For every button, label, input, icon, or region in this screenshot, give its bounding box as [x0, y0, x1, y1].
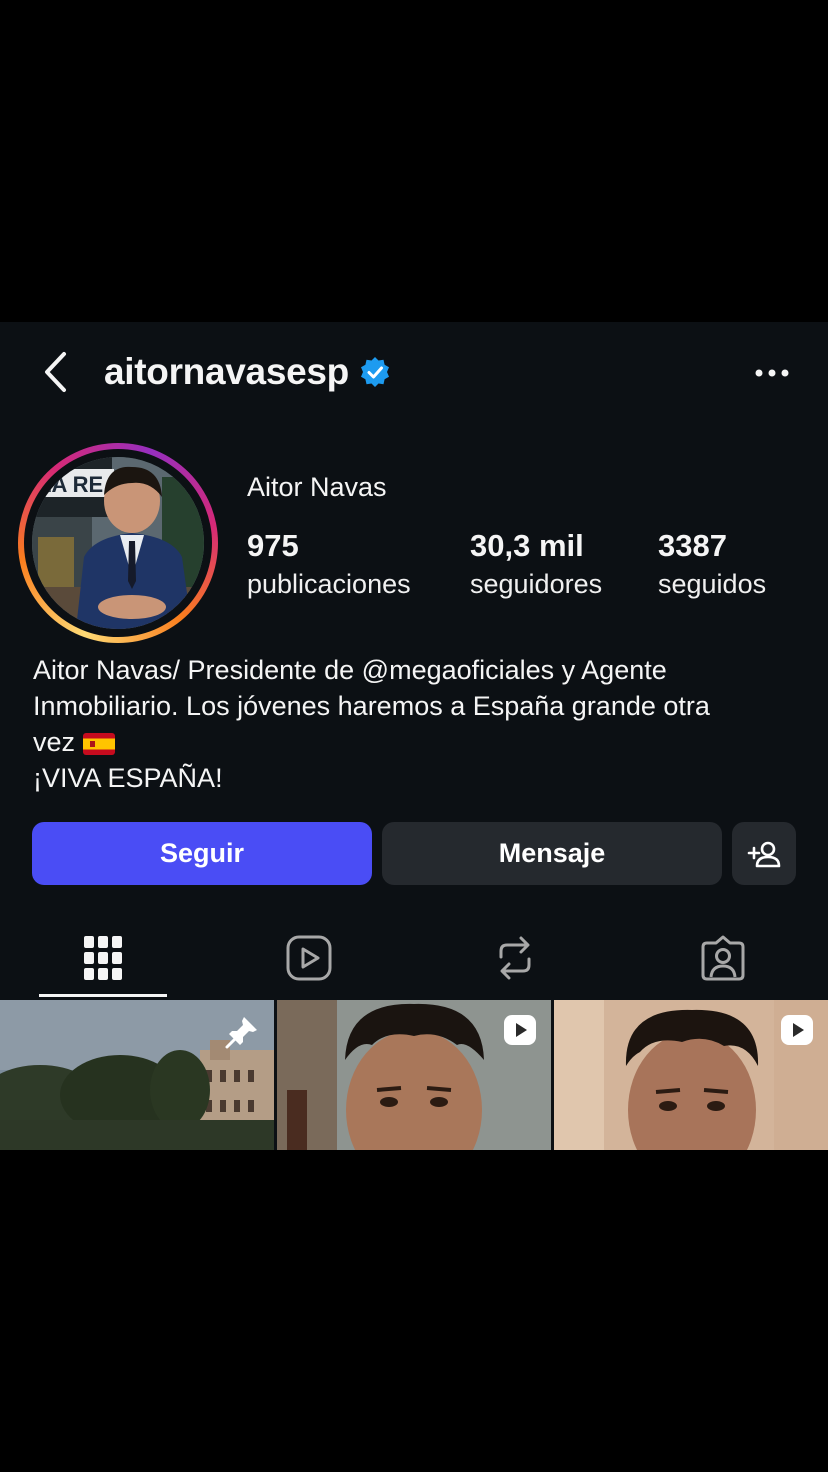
reel-badge-icon — [504, 1015, 536, 1045]
profile-photo: LA RE — [32, 457, 204, 629]
add-person-icon — [747, 841, 781, 867]
avatar[interactable]: LA RE — [18, 443, 218, 643]
reels-icon — [286, 935, 332, 981]
bio-line: vez — [33, 724, 793, 760]
grid-icon — [84, 936, 122, 980]
follow-button[interactable]: Seguir — [32, 822, 372, 885]
post-thumbnail[interactable] — [277, 1000, 551, 1150]
suggested-users-button[interactable] — [732, 822, 796, 885]
profile-tabs — [0, 920, 828, 998]
verified-badge-icon — [360, 357, 389, 387]
reposts-icon — [499, 936, 531, 980]
posts-grid — [0, 1000, 828, 1150]
pinned-icon — [225, 1017, 257, 1049]
back-button[interactable] — [36, 350, 76, 394]
posts-count: 975 — [247, 528, 299, 563]
message-button[interactable]: Mensaje — [382, 822, 722, 885]
tab-tagged[interactable] — [659, 920, 787, 996]
svg-text:LA RE: LA RE — [38, 472, 103, 497]
profile-screen: aitornavasesp LA RE Aitor Navas 975 publ… — [0, 322, 828, 1150]
chevron-left-icon — [45, 352, 66, 392]
followers-count: 30,3 mil — [470, 528, 584, 563]
profile-name: Aitor Navas — [247, 472, 387, 502]
bio-line: ¡VIVA ESPAÑA! — [33, 763, 223, 793]
spain-flag-icon — [83, 732, 116, 755]
profile-bio: Aitor Navas/ Presidente de @megaoficiale… — [33, 652, 793, 796]
username-container: aitornavasesp — [104, 350, 391, 394]
following-stat[interactable]: 3387 seguidos — [658, 526, 766, 602]
posts-label: publicaciones — [247, 569, 411, 599]
tab-reels[interactable] — [245, 920, 373, 996]
following-label: seguidos — [658, 569, 767, 599]
tab-posts[interactable] — [39, 920, 167, 996]
more-options-button[interactable] — [752, 358, 792, 388]
bio-line: Aitor Navas/ Presidente de @megaoficiale… — [33, 655, 667, 685]
posts-stat[interactable]: 975 publicaciones — [247, 526, 411, 602]
tagged-icon — [701, 935, 745, 981]
post-thumbnail[interactable] — [0, 1000, 274, 1150]
profile-header: aitornavasesp — [0, 322, 828, 422]
tab-reposts[interactable] — [451, 920, 579, 996]
followers-stat[interactable]: 30,3 mil seguidores — [470, 526, 602, 602]
post-thumbnail[interactable] — [554, 1000, 828, 1150]
bio-line: Inmobiliario. Los jóvenes haremos a Espa… — [33, 691, 710, 721]
followers-label: seguidores — [470, 569, 603, 599]
reel-badge-icon — [781, 1015, 813, 1045]
username: aitornavasesp — [104, 351, 349, 392]
active-tab-indicator — [39, 994, 167, 997]
bio-line-text: vez — [33, 727, 76, 757]
ellipsis-icon — [755, 369, 789, 377]
following-count: 3387 — [658, 528, 727, 563]
